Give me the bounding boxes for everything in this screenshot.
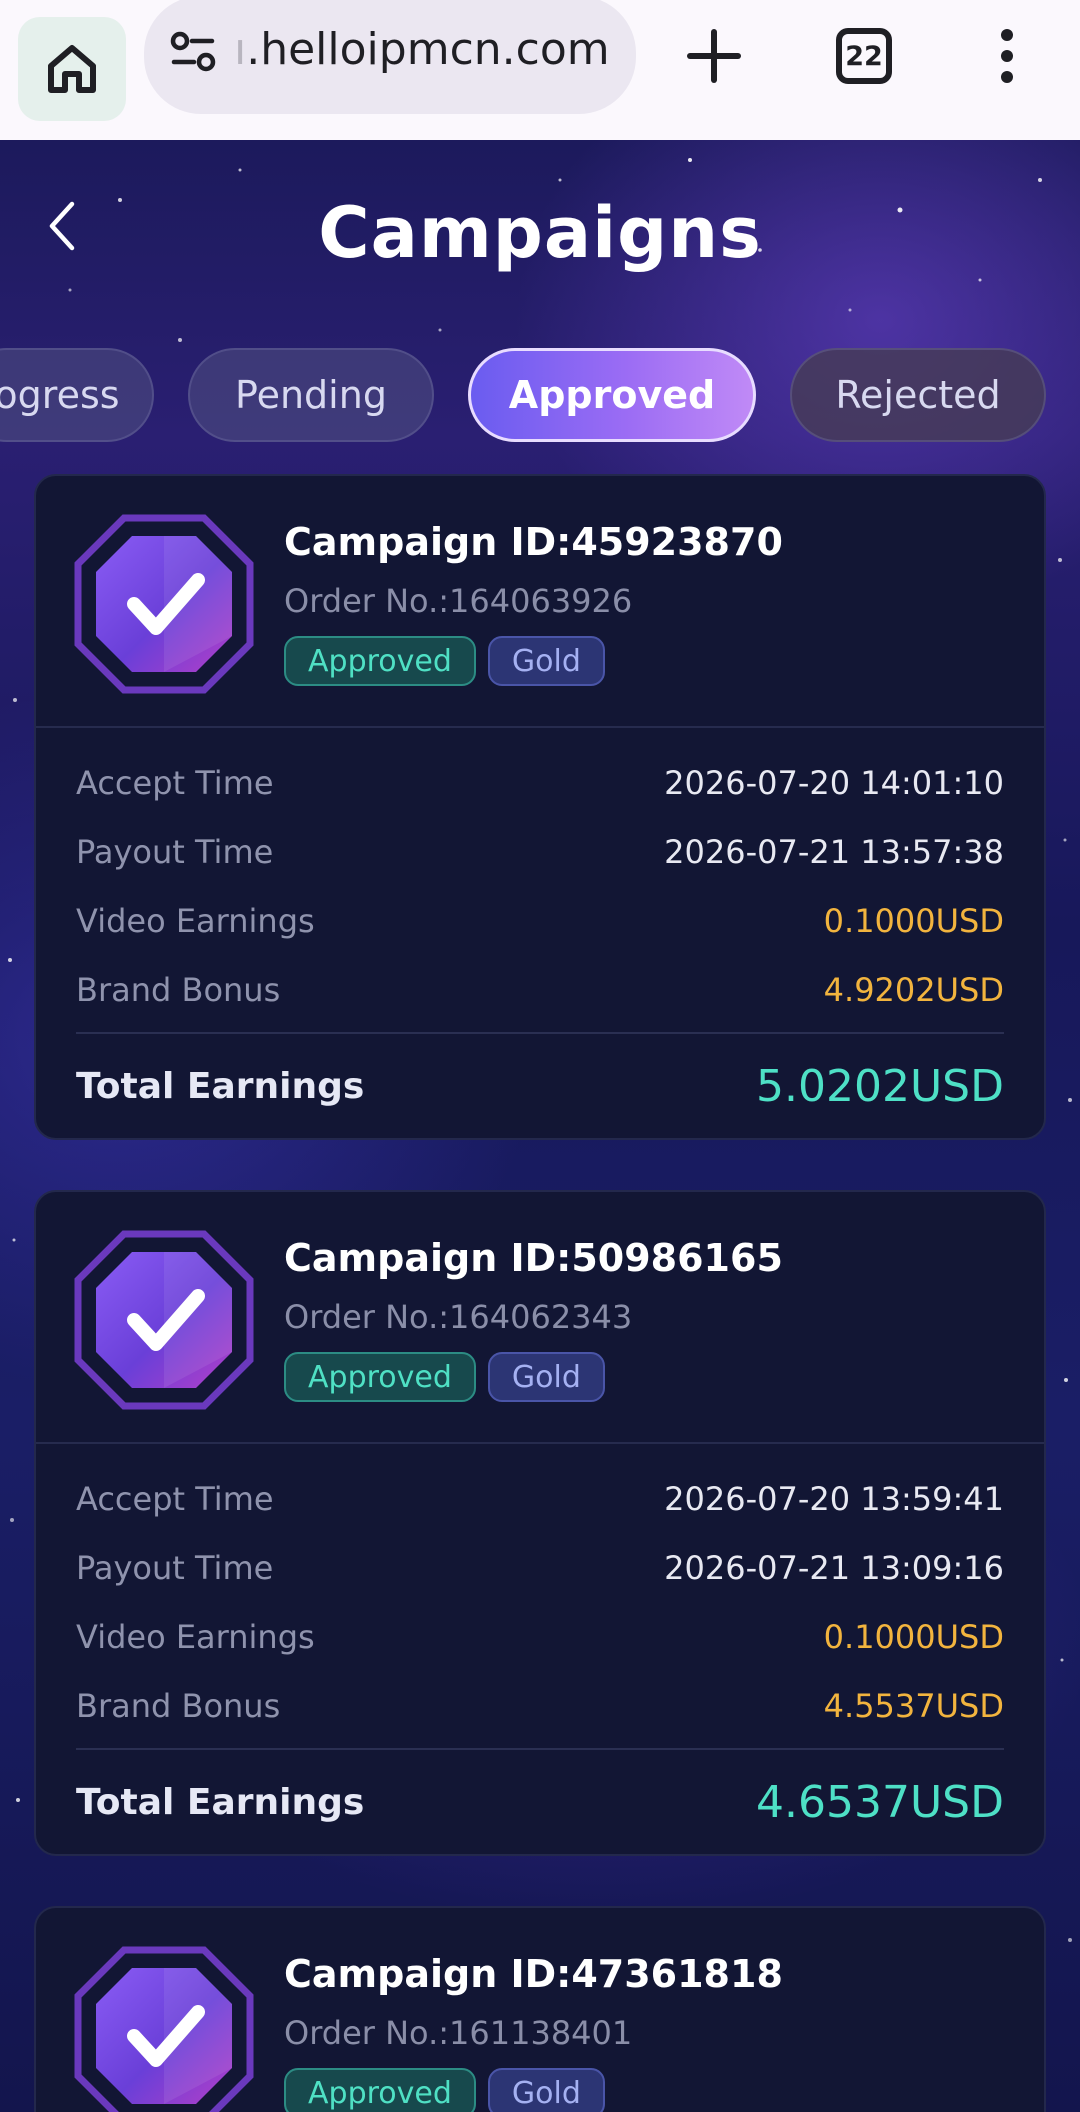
payout-time-label: Payout Time	[76, 1548, 274, 1587]
payout-time-row: Payout Time 2026-07-21 13:09:16	[76, 1533, 1004, 1602]
accept-time-value: 2026-07-20 14:01:10	[664, 763, 1004, 802]
video-earnings-value: 0.1000USD	[823, 901, 1004, 940]
approved-badge-icon	[74, 1946, 254, 2112]
accept-time-row: Accept Time 2026-07-20 13:59:41	[76, 1464, 1004, 1533]
tab-approved[interactable]: Approved	[468, 348, 756, 442]
status-badge: Approved	[284, 636, 476, 686]
page-header: Campaigns	[0, 140, 1080, 310]
browser-toolbar: ı.helloipmcn.com 22	[0, 0, 1080, 140]
campaign-card-details: Accept Time 2026-07-20 13:59:41 Payout T…	[36, 1444, 1044, 1854]
new-tab-icon[interactable]	[686, 28, 742, 84]
campaign-card[interactable]: Campaign ID:50986165 Order No.:164062343…	[34, 1190, 1046, 1856]
campaign-card-header: Campaign ID:45923870 Order No.:164063926…	[36, 476, 1044, 728]
total-earnings-value: 5.0202USD	[756, 1060, 1004, 1112]
order-number: Order No.:161138401	[284, 2014, 633, 2052]
tier-badge: Gold	[487, 636, 605, 686]
total-earnings-label: Total Earnings	[76, 1065, 365, 1107]
status-badge: Approved	[284, 2068, 476, 2112]
campaigns-page: Campaigns ogress Pending Approved Reject…	[0, 140, 1080, 2112]
campaign-card[interactable]: Campaign ID:47361818 Order No.:161138401…	[34, 1906, 1046, 2112]
campaign-id: Campaign ID:50986165	[284, 1236, 783, 1280]
tab-rejected[interactable]: Rejected	[790, 348, 1046, 442]
status-badge: Approved	[284, 1352, 476, 1402]
url-domain: .helloipmcn.com	[246, 24, 610, 75]
campaign-id: Campaign ID:45923870	[284, 520, 783, 564]
payout-time-value: 2026-07-21 13:09:16	[664, 1548, 1004, 1587]
order-number: Order No.:164062343	[284, 1298, 633, 1336]
total-earnings-row: Total Earnings 4.6537USD	[76, 1750, 1004, 1854]
total-earnings-row: Total Earnings 5.0202USD	[76, 1034, 1004, 1138]
video-earnings-row: Video Earnings 0.1000USD	[76, 886, 1004, 955]
approved-badge-icon	[74, 1230, 254, 1410]
url-text[interactable]: ı.helloipmcn.com	[234, 24, 624, 75]
video-earnings-row: Video Earnings 0.1000USD	[76, 1602, 1004, 1671]
order-number: Order No.:164063926	[284, 582, 633, 620]
brand-bonus-row: Brand Bonus 4.9202USD	[76, 955, 1004, 1024]
brand-bonus-row: Brand Bonus 4.5537USD	[76, 1671, 1004, 1740]
accept-time-label: Accept Time	[76, 763, 274, 802]
total-earnings-label: Total Earnings	[76, 1781, 365, 1823]
url-truncated-prefix: ı	[234, 24, 247, 75]
tab-pending[interactable]: Pending	[188, 348, 434, 442]
campaign-card-header: Campaign ID:47361818 Order No.:161138401…	[36, 1908, 1044, 2112]
video-earnings-label: Video Earnings	[76, 1617, 315, 1656]
home-button[interactable]	[18, 17, 126, 121]
status-tabs: ogress Pending Approved Rejected	[0, 348, 1080, 446]
site-settings-icon[interactable]	[168, 30, 218, 74]
total-earnings-value: 4.6537USD	[756, 1776, 1004, 1828]
video-earnings-label: Video Earnings	[76, 901, 315, 940]
accept-time-row: Accept Time 2026-07-20 14:01:10	[76, 748, 1004, 817]
tier-badge: Gold	[487, 2068, 605, 2112]
brand-bonus-value: 4.9202USD	[823, 970, 1004, 1009]
payout-time-label: Payout Time	[76, 832, 274, 871]
brand-bonus-label: Brand Bonus	[76, 970, 281, 1009]
tab-count: 22	[836, 28, 892, 84]
brand-bonus-label: Brand Bonus	[76, 1686, 281, 1725]
campaign-card[interactable]: Campaign ID:45923870 Order No.:164063926…	[34, 474, 1046, 1140]
campaign-card-details: Accept Time 2026-07-20 14:01:10 Payout T…	[36, 728, 1044, 1138]
payout-time-row: Payout Time 2026-07-21 13:57:38	[76, 817, 1004, 886]
approved-badge-icon	[74, 514, 254, 694]
campaign-id: Campaign ID:47361818	[284, 1952, 783, 1996]
accept-time-value: 2026-07-20 13:59:41	[664, 1479, 1004, 1518]
brand-bonus-value: 4.5537USD	[823, 1686, 1004, 1725]
video-earnings-value: 0.1000USD	[823, 1617, 1004, 1656]
address-bar[interactable]: ı.helloipmcn.com	[144, 0, 636, 114]
payout-time-value: 2026-07-21 13:57:38	[664, 832, 1004, 871]
page-title: Campaigns	[318, 192, 762, 274]
tier-badge: Gold	[487, 1352, 605, 1402]
accept-time-label: Accept Time	[76, 1479, 274, 1518]
campaign-card-header: Campaign ID:50986165 Order No.:164062343…	[36, 1192, 1044, 1444]
more-menu-icon[interactable]	[992, 28, 1022, 84]
home-icon	[48, 45, 96, 93]
tab-in-progress[interactable]: ogress	[0, 348, 154, 442]
